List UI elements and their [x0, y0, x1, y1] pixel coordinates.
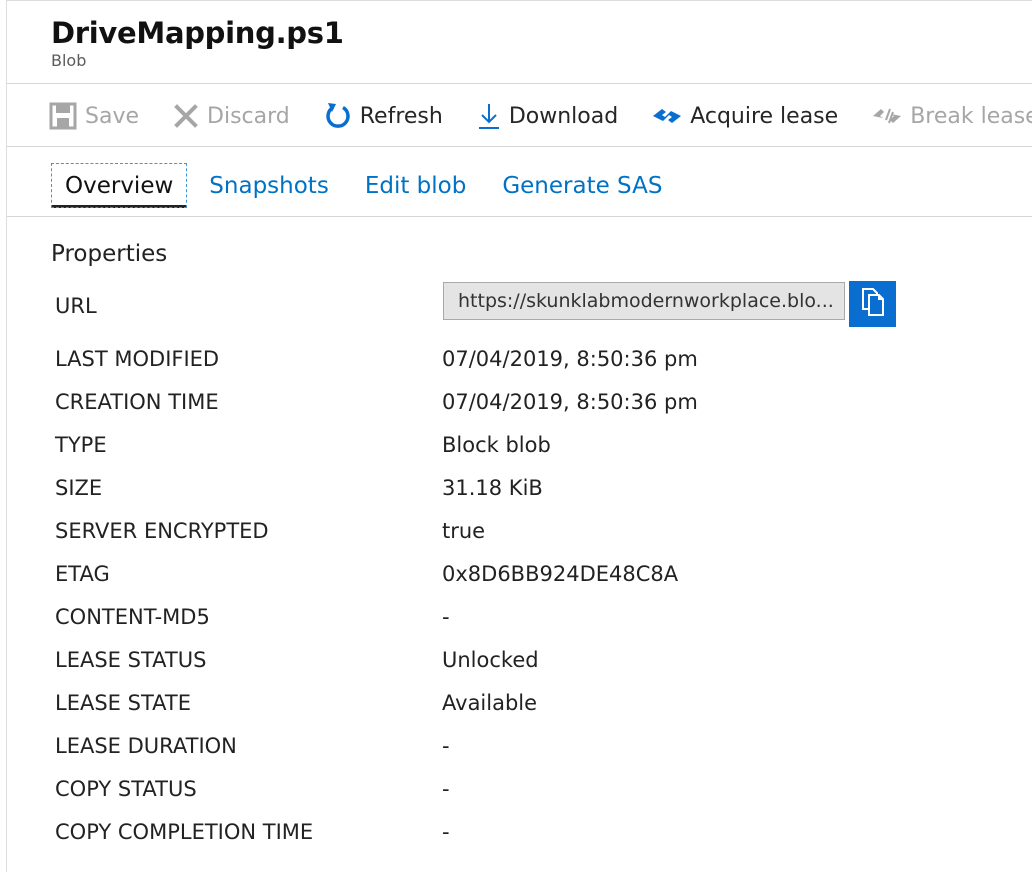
- download-label: Download: [508, 103, 619, 129]
- prop-value-copy-status: -: [442, 777, 450, 801]
- prop-value-etag: 0x8D6BB924DE48C8A: [442, 562, 679, 586]
- refresh-button[interactable]: Refresh: [324, 101, 443, 131]
- blade-tabs: Overview Snapshots Edit blob Generate SA…: [51, 163, 684, 208]
- save-label: Save: [85, 103, 140, 129]
- prop-value-lease-status: Unlocked: [442, 648, 539, 672]
- save-button[interactable]: Save: [49, 102, 139, 130]
- download-button[interactable]: Download: [477, 102, 618, 130]
- url-label: URL: [55, 294, 97, 318]
- prop-label-lease-duration: LEASE DURATION: [55, 734, 237, 758]
- blade-header: DriveMapping.ps1 Blob: [51, 15, 344, 71]
- prop-value-size: 31.18 KiB: [442, 476, 543, 500]
- download-icon: [477, 102, 501, 130]
- break-lease-icon: [872, 106, 902, 126]
- prop-value-copy-completion-time: -: [442, 820, 450, 844]
- break-lease-label: Break lease: [910, 103, 1032, 129]
- divider: [7, 83, 1032, 84]
- prop-value-server-encrypted: true: [442, 519, 486, 543]
- prop-value-lease-state: Available: [442, 691, 538, 715]
- acquire-lease-label: Acquire lease: [690, 103, 839, 129]
- prop-value-type: Block blob: [442, 433, 551, 457]
- prop-label-type: TYPE: [55, 433, 107, 457]
- prop-label-server-encrypted: SERVER ENCRYPTED: [55, 519, 269, 543]
- divider: [7, 216, 1032, 217]
- prop-label-content-md5: CONTENT-MD5: [55, 605, 210, 629]
- copy-icon: [860, 287, 886, 321]
- command-bar: Save Discard Refresh Download Acquire le…: [49, 93, 1032, 139]
- discard-button[interactable]: Discard: [173, 103, 290, 129]
- blob-blade: DriveMapping.ps1 Blob Save Discard Refre…: [6, 0, 1032, 872]
- prop-label-copy-completion-time: COPY COMPLETION TIME: [55, 820, 314, 844]
- tab-edit-blob[interactable]: Edit blob: [351, 163, 481, 208]
- prop-label-creation-time: CREATION TIME: [55, 390, 219, 414]
- prop-value-creation-time: 07/04/2019, 8:50:36 pm: [442, 390, 698, 414]
- prop-label-copy-status: COPY STATUS: [55, 777, 197, 801]
- tab-overview[interactable]: Overview: [51, 163, 188, 208]
- prop-value-last-modified: 07/04/2019, 8:50:36 pm: [442, 347, 698, 371]
- prop-value-lease-duration: -: [442, 734, 450, 758]
- lease-icon: [652, 106, 682, 126]
- prop-value-content-md5: -: [442, 605, 450, 629]
- prop-label-etag: ETAG: [55, 562, 110, 586]
- tab-generate-sas[interactable]: Generate SAS: [488, 163, 676, 208]
- save-icon: [49, 102, 77, 130]
- url-field[interactable]: https://skunklabmodernworkplace.blo...: [443, 282, 845, 320]
- copy-url-button[interactable]: [849, 281, 896, 327]
- blade-title: DriveMapping.ps1: [51, 16, 344, 50]
- refresh-label: Refresh: [359, 103, 443, 129]
- prop-label-size: SIZE: [55, 476, 103, 500]
- break-lease-button[interactable]: Break lease: [872, 104, 1032, 129]
- close-icon: [173, 103, 199, 129]
- refresh-icon: [324, 101, 352, 131]
- prop-label-last-modified: LAST MODIFIED: [55, 347, 220, 371]
- acquire-lease-button[interactable]: Acquire lease: [652, 104, 838, 129]
- prop-label-lease-state: LEASE STATE: [55, 691, 191, 715]
- prop-label-lease-status: LEASE STATUS: [55, 648, 207, 672]
- tab-snapshots[interactable]: Snapshots: [195, 163, 343, 208]
- discard-label: Discard: [207, 103, 290, 129]
- properties-heading: Properties: [51, 241, 168, 267]
- divider: [7, 146, 1032, 147]
- blade-subtitle: Blob: [51, 51, 87, 70]
